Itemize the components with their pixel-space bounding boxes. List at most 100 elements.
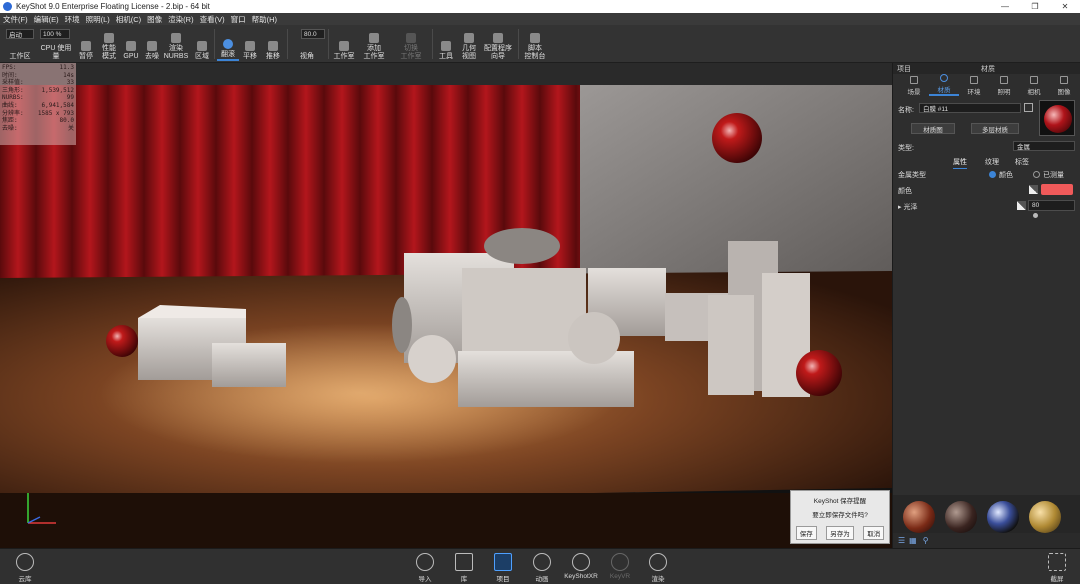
maximize-button[interactable]: ❐ — [1020, 0, 1050, 13]
metal-type-label: 金属类型 — [898, 172, 926, 179]
menu-window[interactable]: 窗口 — [228, 14, 249, 25]
material-type-select[interactable]: 金属 — [1013, 141, 1075, 151]
geometry-view-button[interactable]: 几何 视图 — [458, 27, 480, 61]
tools-button[interactable]: 工具 — [436, 27, 456, 61]
import-label: 导入 — [418, 576, 432, 583]
nurbs-icon — [171, 33, 181, 43]
pan-label: 平移 — [243, 53, 257, 60]
menu-image[interactable]: 图像 — [144, 14, 165, 25]
save-material-icon[interactable] — [1024, 103, 1033, 112]
import-button[interactable]: 导入 — [408, 553, 442, 583]
material-graph-button[interactable]: 材质图 — [911, 123, 955, 134]
tab-scene[interactable]: 场景 — [899, 74, 929, 96]
configurator-wizard-button[interactable]: 配置程序 向导 — [482, 27, 514, 61]
menu-edit[interactable]: 编辑(E) — [31, 14, 62, 25]
workspace-button[interactable]: 工作区 — [6, 27, 34, 61]
color-swatch[interactable] — [1041, 184, 1073, 195]
pause-label: 暂停 — [79, 53, 93, 60]
pan-button[interactable]: 平移 — [240, 27, 260, 61]
library-button[interactable]: 库 — [447, 553, 481, 583]
script-console-icon — [530, 33, 540, 43]
render-viewport[interactable]: FPS: 11.3 时间: 14s 采样值: 33 三角形: 1,539,512 NUR… — [0, 63, 892, 548]
dolly-button[interactable]: 推移 — [262, 27, 284, 61]
keyshotxr-button[interactable]: KeyShotXR — [564, 553, 598, 580]
library-material-thumb[interactable] — [903, 501, 935, 533]
switch-studio-label: 切换 工作室 — [400, 45, 422, 60]
subtab-texture[interactable]: 纹理 — [985, 157, 999, 167]
library-material-thumb[interactable] — [987, 501, 1019, 533]
menu-camera[interactable]: 相机(C) — [113, 14, 144, 25]
material-name-input[interactable]: 白膜 #11 — [919, 103, 1021, 113]
library-material-thumb[interactable] — [1029, 501, 1061, 533]
camera-icon — [1030, 76, 1038, 84]
library-material-thumb[interactable] — [945, 501, 977, 533]
switch-studio-button[interactable]: 切换 工作室 — [396, 27, 426, 61]
stat-value: 99 — [66, 94, 74, 102]
pause-icon — [81, 41, 91, 51]
save-reminder-dialog: KeyShot 保存提醒 要立即保存文件吗? 保存 另存为 取消 — [790, 490, 890, 544]
menu-environment[interactable]: 环境 — [62, 14, 83, 25]
tumble-button[interactable]: 翻滚 — [217, 27, 239, 61]
subtab-properties[interactable]: 属性 — [953, 157, 967, 169]
texture-map-icon[interactable] — [1029, 185, 1038, 194]
radio-measured[interactable] — [1033, 171, 1040, 178]
stat-row: 三角形: 1,539,512 — [2, 87, 74, 95]
screenshot-button[interactable]: 截屏 — [1040, 553, 1074, 583]
tab-lighting[interactable]: 照明 — [989, 74, 1019, 96]
perspective-button[interactable]: 视角 — [294, 27, 320, 61]
close-button[interactable]: ✕ — [1050, 0, 1080, 13]
denoise-button[interactable]: 去噪 — [142, 27, 162, 61]
stat-key: FPS: — [2, 64, 17, 71]
cloud-library-button[interactable]: 云库 — [8, 553, 42, 583]
menu-render[interactable]: 渲染(R) — [165, 14, 196, 25]
cpu-usage-button[interactable]: CPU 使用量 — [38, 27, 74, 61]
region-button[interactable]: 区域 — [192, 27, 212, 61]
cancel-button[interactable]: 取消 — [863, 526, 885, 540]
menu-lighting[interactable]: 照明(L) — [83, 14, 113, 25]
tab-material[interactable]: 材质 — [929, 74, 959, 96]
gloss-slider-handle[interactable] — [1033, 213, 1038, 218]
multi-layer-material-button[interactable]: 多层材质 — [971, 123, 1019, 134]
pause-button[interactable]: 暂停 — [76, 27, 96, 61]
grid-view-icon[interactable]: ▦ — [909, 536, 917, 545]
menu-view[interactable]: 查看(V) — [197, 14, 228, 25]
zoom-icon[interactable]: ⚲ — [923, 536, 929, 545]
save-as-button[interactable]: 另存为 — [826, 526, 854, 540]
script-console-button[interactable]: 脚本 控制台 — [522, 27, 548, 61]
render-button[interactable]: 渲染 — [641, 553, 675, 583]
gpu-label: GPU — [123, 53, 139, 60]
gloss-input[interactable]: 80 — [1028, 200, 1075, 211]
add-studio-label: 添加 工作室 — [363, 45, 385, 60]
tools-icon — [441, 41, 451, 51]
subtab-labels[interactable]: 标签 — [1015, 157, 1029, 167]
stat-key: 三角形: — [2, 86, 24, 94]
studio-button[interactable]: 工作室 — [331, 27, 357, 61]
radio-color[interactable] — [989, 171, 996, 178]
render-nurbs-button[interactable]: 渲染 NURBS — [164, 27, 188, 61]
panel-header: 项目 材质 — [893, 63, 1080, 74]
add-studio-button[interactable]: 添加 工作室 — [361, 27, 387, 61]
menu-file[interactable]: 文件(F) — [0, 14, 31, 25]
menu-help[interactable]: 帮助(H) — [249, 14, 280, 25]
tab-image[interactable]: 图像 — [1049, 74, 1079, 96]
tab-camera[interactable]: 相机 — [1019, 74, 1049, 96]
toolbar-divider — [518, 29, 519, 59]
denoise-icon — [147, 41, 157, 51]
list-view-icon[interactable]: ☰ — [898, 536, 905, 545]
project-button[interactable]: 项目 — [486, 553, 520, 583]
ribbon-toolbar: 启动 100 % 工作区 CPU 使用量 暂停 性能 模式 GPU 去噪 渲染 … — [0, 25, 1080, 63]
pan-icon — [245, 41, 255, 51]
window-title: KeyShot 9.0 Enterprise Floating License … — [16, 2, 210, 11]
save-button[interactable]: 保存 — [795, 526, 817, 540]
render-scene — [0, 63, 892, 548]
keyvr-button[interactable]: KeyVR — [603, 553, 637, 580]
stat-value: 1,539,512 — [41, 86, 74, 94]
region-label: 区域 — [195, 53, 209, 60]
performance-mode-button[interactable]: 性能 模式 — [98, 27, 120, 61]
texture-map-icon[interactable] — [1017, 201, 1026, 210]
minimize-button[interactable]: — — [990, 0, 1020, 13]
tab-environment[interactable]: 环境 — [959, 74, 989, 96]
panel-tabs: 场景 材质 环境 照明 相机 图像 — [893, 74, 1080, 96]
animation-button[interactable]: 动画 — [525, 553, 559, 583]
gpu-button[interactable]: GPU — [122, 27, 140, 61]
